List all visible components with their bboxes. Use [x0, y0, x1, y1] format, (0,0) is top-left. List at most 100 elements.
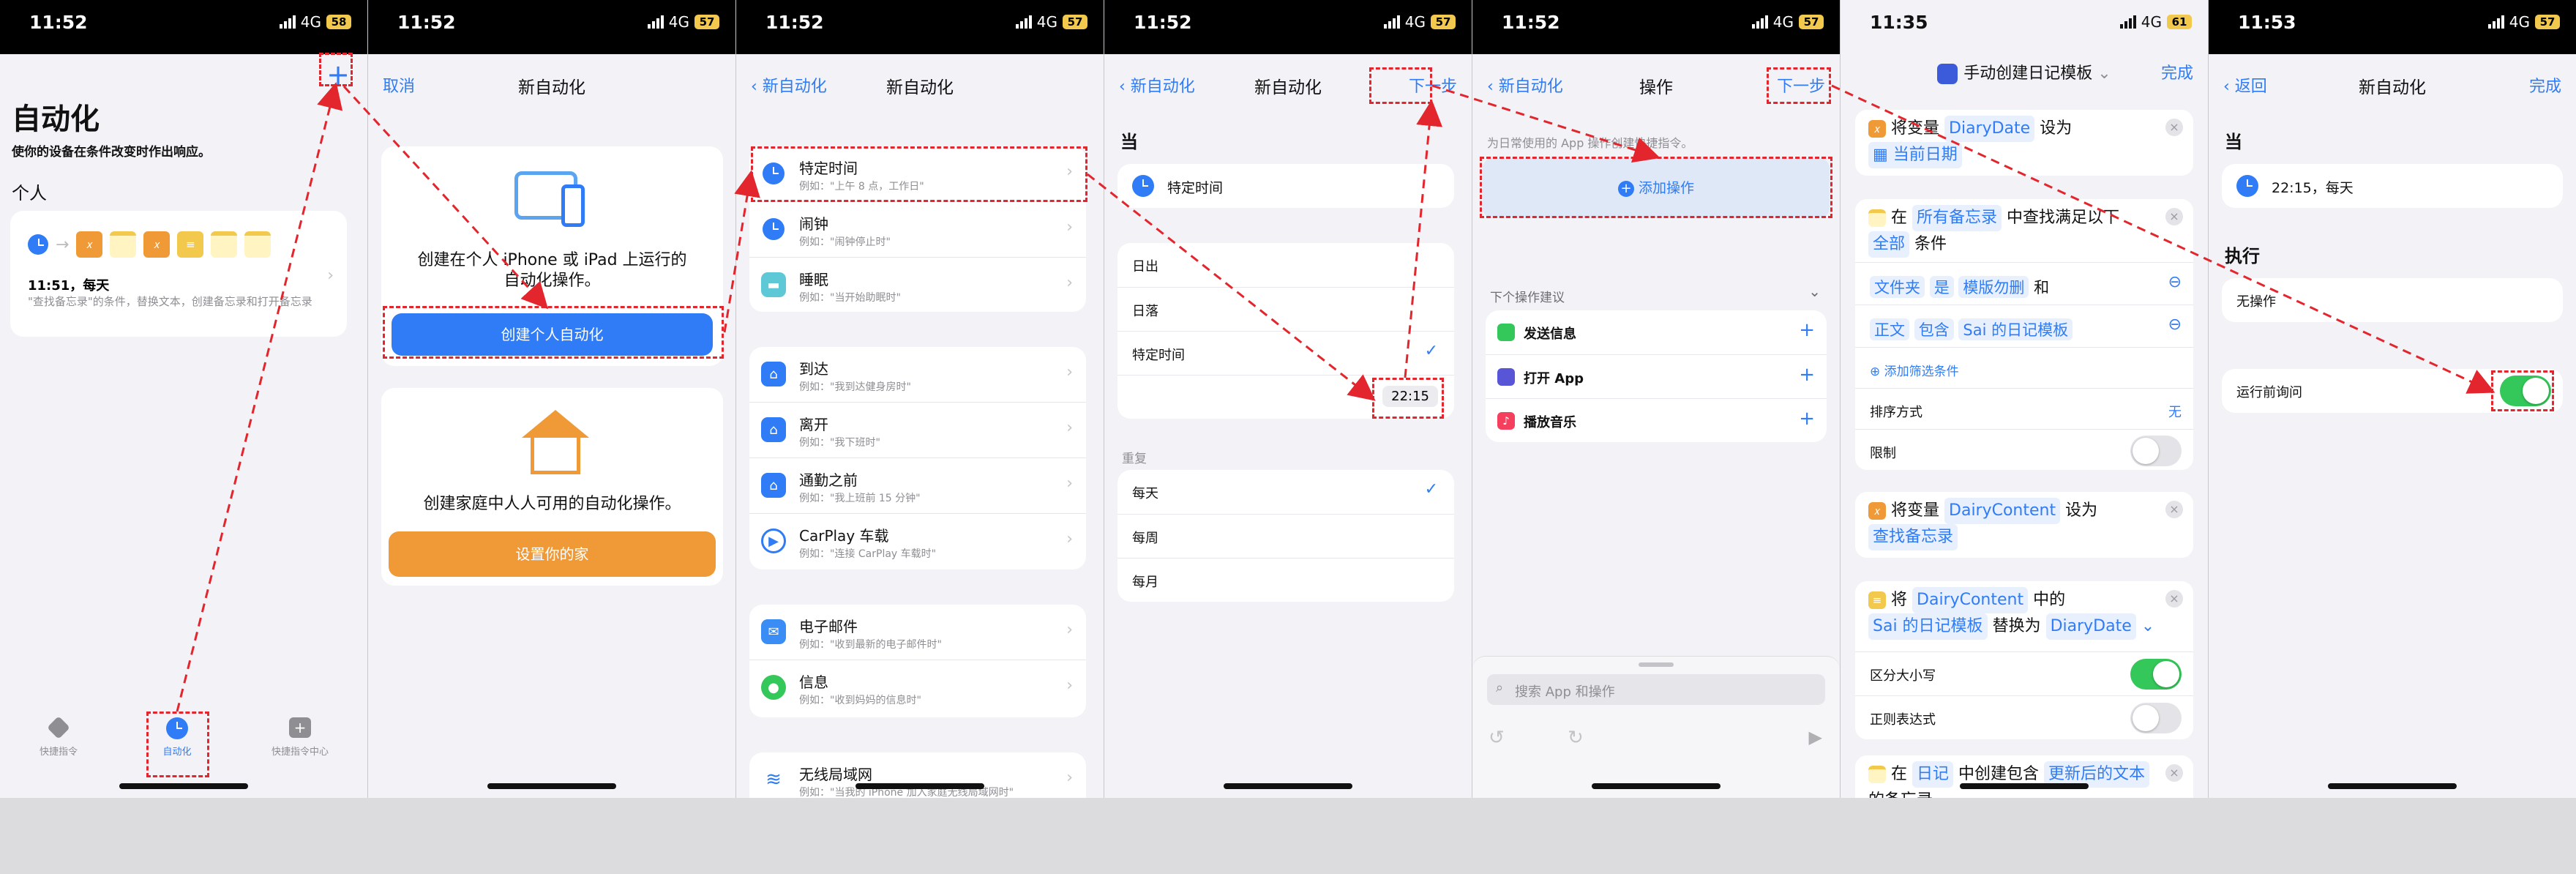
- value-token[interactable]: 查找备忘录: [1868, 524, 1958, 550]
- repeat-daily[interactable]: 每天 ✓: [1117, 470, 1454, 514]
- option-sunrise[interactable]: 日出: [1117, 243, 1454, 287]
- home-indicator: [119, 783, 248, 789]
- action-set-variable-content[interactable]: × 𝑥 将变量 DairyContent 设为 查找备忘录: [1855, 492, 2193, 558]
- suggestion-send-message[interactable]: 发送信息 +: [1486, 310, 1827, 354]
- find-token[interactable]: Sai 的日记模板: [1868, 613, 1988, 640]
- remove-icon[interactable]: ×: [2165, 208, 2183, 225]
- regex-label: 正则表达式: [1870, 712, 1936, 728]
- panel-trigger-list: 11:52 4G 57 ‹ 新自动化 新自动化 特定时间 例如："上午 8 点，工作…: [736, 0, 1104, 798]
- sort-row[interactable]: 排序方式 无: [1855, 388, 2193, 429]
- home-indicator: [1960, 783, 2089, 789]
- done-button[interactable]: 完成: [2529, 73, 2561, 97]
- sheet-grabber[interactable]: [1639, 662, 1674, 667]
- condition-mode-token[interactable]: 全部: [1868, 231, 1910, 258]
- status-bar: 11:53 4G 57: [2209, 0, 2576, 54]
- suggestion-play-music[interactable]: ♪ 播放音乐 +: [1486, 398, 1827, 442]
- home-indicator: [1224, 783, 1352, 789]
- filter-field-token[interactable]: 文件夹: [1870, 276, 1925, 298]
- when-summary[interactable]: 22:15，每天: [2222, 164, 2563, 208]
- option-label: 日出: [1132, 259, 1158, 274]
- scope-token[interactable]: 所有备忘录: [1912, 205, 2002, 231]
- clock-icon: [28, 234, 48, 255]
- undo-icon[interactable]: ↺: [1489, 727, 1505, 749]
- trigger-message[interactable]: ● 信息 例如："收到妈妈的信息时" ›: [749, 660, 1086, 717]
- input-token[interactable]: DairyContent: [1912, 587, 2029, 613]
- suggestions-header: 下个操作建议: [1490, 291, 1565, 305]
- filter-value-token[interactable]: 模版勿删: [1958, 276, 2029, 298]
- actions-hint: 为日常使用的 App 操作创建快捷指令。: [1487, 136, 1693, 150]
- action-create-note[interactable]: × 在 日记 中创建包含 更新后的文本 的备忘录 ⌄ 运行时打开: [1855, 755, 2193, 798]
- execute-header: 执行: [2225, 246, 2260, 266]
- home-indicator: [855, 783, 984, 789]
- remove-icon[interactable]: ×: [2165, 119, 2183, 136]
- variable-token[interactable]: DiaryDate: [1944, 116, 2035, 142]
- variable-token[interactable]: DairyContent: [1944, 498, 2061, 524]
- repeat-monthly[interactable]: 每月: [1117, 558, 1454, 602]
- set-up-home-button[interactable]: 设置你的家: [389, 531, 716, 577]
- trigger-email[interactable]: ✉ 电子邮件 例如："收到最新的电子邮件时" ›: [749, 605, 1086, 660]
- automation-time: 11:51，每天: [28, 278, 110, 294]
- option-specific-time[interactable]: 特定时间 ✓: [1117, 331, 1454, 375]
- tab-label: 快捷指令中心: [271, 747, 329, 758]
- trigger-alarm[interactable]: 闹钟 例如："闹钟停止时" ›: [749, 202, 1086, 258]
- value-token[interactable]: ▦ 当前日期: [1868, 142, 1962, 168]
- filter-operator-token[interactable]: 包含: [1914, 318, 1954, 340]
- chevron-down-icon[interactable]: ⌄: [2141, 617, 2154, 635]
- trigger-leave[interactable]: ⌂ 离开 例如："我下班时" ›: [749, 403, 1086, 458]
- filter-value-token[interactable]: Sai 的日记模板: [1958, 318, 2073, 340]
- automation-desc: "查找备忘录"的条件，替换文本，创建备忘录和打开备忘录: [28, 295, 312, 308]
- redo-icon[interactable]: ↻: [1568, 727, 1584, 749]
- trigger-example: 例如："我上班前 15 分钟": [799, 493, 921, 504]
- add-filter-button[interactable]: ⊕ 添加筛选条件: [1855, 347, 2193, 388]
- option-sunset[interactable]: 日落: [1117, 287, 1454, 331]
- tab-gallery[interactable]: + 快捷指令中心: [263, 717, 337, 758]
- network-label: 4G: [2141, 13, 2162, 31]
- repeat-weekly[interactable]: 每周: [1117, 514, 1454, 558]
- trigger-carplay[interactable]: ▶ CarPlay 车载 例如："连接 CarPlay 车载时" ›: [749, 514, 1086, 569]
- annotation-box: [1372, 378, 1444, 419]
- actions-summary[interactable]: 无操作: [2222, 278, 2563, 322]
- remove-filter-icon[interactable]: ⊖: [2168, 273, 2182, 291]
- trigger-commute[interactable]: ⌂ 通勤之前 例如："我上班前 15 分钟" ›: [749, 458, 1086, 514]
- chevron-down-icon: ⌄: [2097, 64, 2111, 83]
- chevron-down-icon[interactable]: ⌄: [1808, 283, 1821, 300]
- replace-token[interactable]: DiaryDate: [2045, 613, 2136, 640]
- remove-icon[interactable]: ×: [2165, 764, 2183, 782]
- trigger-arrive[interactable]: ⌂ 到达 例如："我到达健身房时" ›: [749, 347, 1086, 403]
- search-field[interactable]: ⌕ 搜索 App 和操作: [1487, 674, 1825, 705]
- chevron-down-icon[interactable]: ⌄: [1938, 791, 1951, 798]
- shortcut-title[interactable]: 手动创建日记模板 ⌄: [1841, 60, 2208, 84]
- action-replace-text[interactable]: × ≡ 将 DairyContent 中的 Sai 的日记模板 替换为 Diar…: [1855, 581, 2193, 739]
- app-icon: [1497, 368, 1515, 386]
- when-header: 当: [1120, 132, 1138, 152]
- trigger-wifi[interactable]: ≋ 无线局域网 例如："当我的 iPhone 加入家庭无线局域网时" ›: [749, 752, 1086, 798]
- folder-token[interactable]: 日记: [1912, 761, 1954, 788]
- remove-icon[interactable]: ×: [2165, 590, 2183, 608]
- action-set-variable-date[interactable]: × 𝑥 将变量 DiaryDate 设为 ▦ 当前日期: [1855, 110, 2193, 176]
- panel-automation-summary: 11:53 4G 57 ‹ 返回 新自动化 完成 当 22:15，每天 执行 无操…: [2209, 0, 2576, 798]
- panel-time-settings: 11:52 4G 57 ‹ 新自动化 新自动化 下一步 当 特定时间 日出 日落 …: [1104, 0, 1472, 798]
- filter-field-token[interactable]: 正文: [1870, 318, 1909, 340]
- action-find-notes[interactable]: × 在 所有备忘录 中查找满足以下 全部 条件 文件夹 是 模版勿删 和 ⊖ 正文…: [1855, 199, 2193, 470]
- remove-filter-icon[interactable]: ⊖: [2168, 315, 2182, 334]
- case-label: 区分大小写: [1870, 668, 1936, 684]
- automation-card[interactable]: → 𝑥 𝑥 ≡ 11:51，每天 "查找备忘录"的条件，替换文本，创建备忘录和打…: [10, 211, 347, 337]
- filter-operator-token[interactable]: 是: [1929, 276, 1954, 298]
- page-title: 自动化: [12, 102, 100, 136]
- regex-toggle[interactable]: [2130, 703, 2182, 733]
- done-button[interactable]: 完成: [2161, 60, 2193, 83]
- play-icon[interactable]: ▶: [1809, 727, 1822, 747]
- communication-triggers-group: ✉ 电子邮件 例如："收到最新的电子邮件时" › ● 信息 例如："收到妈妈的信息时" ›: [749, 605, 1086, 717]
- remove-icon[interactable]: ×: [2165, 501, 2183, 518]
- notes-icon: [110, 231, 137, 258]
- trigger-sleep[interactable]: ▬ 睡眠 例如："当开始助眠时" ›: [749, 258, 1086, 312]
- trigger-title: 通勤之前: [799, 471, 858, 489]
- case-sensitive-toggle[interactable]: [2130, 659, 2182, 690]
- suggestion-label: 发送信息: [1524, 326, 1576, 342]
- tab-shortcuts[interactable]: 快捷指令: [29, 716, 88, 758]
- trigger-title: 闹钟: [799, 215, 828, 233]
- suggestion-open-app[interactable]: 打开 App +: [1486, 354, 1827, 398]
- limit-toggle[interactable]: [2130, 436, 2182, 466]
- chevron-right-icon: ›: [1066, 474, 1073, 493]
- arrow-icon: →: [56, 235, 70, 254]
